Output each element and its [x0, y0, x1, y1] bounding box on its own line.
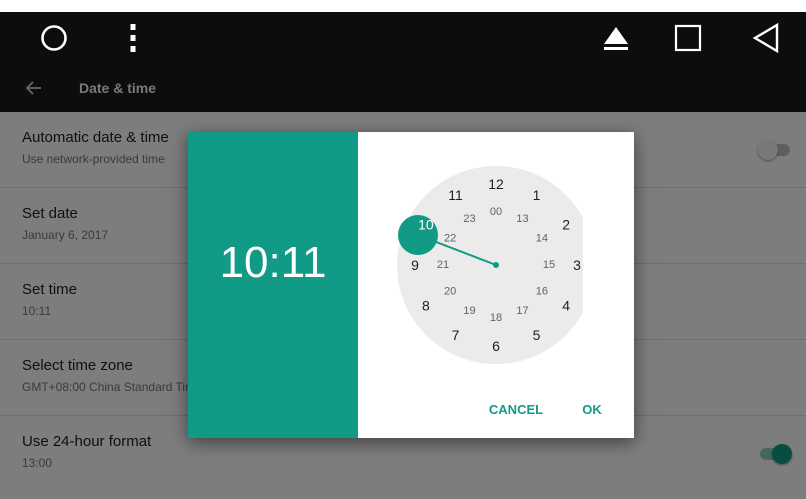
circle-home-icon [41, 25, 67, 51]
vertical-dots-menu-icon [130, 24, 136, 52]
hour-9[interactable]: 9 [411, 257, 419, 273]
hour-18[interactable]: 18 [490, 312, 502, 324]
top-strip [0, 0, 806, 12]
home-button[interactable] [28, 12, 80, 64]
hour-3[interactable]: 3 [573, 257, 581, 273]
square-recents-icon [674, 24, 702, 52]
hour-10[interactable]: 10 [418, 217, 434, 233]
eject-icon [604, 27, 628, 50]
hour-15[interactable]: 15 [543, 259, 555, 271]
hour-13[interactable]: 13 [516, 213, 528, 225]
hour-12[interactable]: 12 [488, 176, 504, 192]
hour-4[interactable]: 4 [562, 298, 570, 314]
hour-8[interactable]: 8 [422, 298, 430, 314]
system-navigation-bar [0, 12, 806, 64]
hour-22[interactable]: 22 [444, 233, 456, 245]
eject-button[interactable] [596, 12, 636, 64]
hour-00[interactable]: 00 [490, 206, 502, 218]
time-picker-header: 10:11 [188, 132, 358, 438]
hour-14[interactable]: 14 [536, 233, 548, 245]
hour-11[interactable]: 11 [448, 187, 463, 203]
hour-1[interactable]: 1 [533, 187, 541, 203]
cancel-button[interactable]: CANCEL [484, 392, 548, 428]
back-button[interactable] [744, 12, 788, 64]
menu-button[interactable] [118, 12, 148, 64]
recents-button[interactable] [668, 12, 708, 64]
triangle-back-icon [752, 22, 779, 54]
hour-2[interactable]: 2 [562, 217, 570, 233]
hour-19[interactable]: 19 [463, 305, 475, 317]
hour-7[interactable]: 7 [452, 327, 460, 343]
hour-6[interactable]: 6 [492, 338, 500, 354]
clock-dial[interactable]: 121234567891011 001314151617181920212223 [383, 151, 583, 381]
ok-button[interactable]: OK [574, 392, 610, 428]
time-picker-dialog: 10:11 12 1 2 3 4 5 6 7 8 9 10 11 00 13 14 15 16 17 18 19 20… [188, 132, 634, 438]
hour-23[interactable]: 23 [463, 213, 475, 225]
hour-20[interactable]: 20 [444, 286, 456, 298]
hour-17[interactable]: 17 [516, 305, 528, 317]
hour-21[interactable]: 21 [437, 259, 449, 271]
hour-5[interactable]: 5 [533, 327, 541, 343]
hour-16[interactable]: 16 [536, 286, 548, 298]
selected-time: 10:11 [219, 238, 327, 287]
clock-center [493, 262, 499, 268]
